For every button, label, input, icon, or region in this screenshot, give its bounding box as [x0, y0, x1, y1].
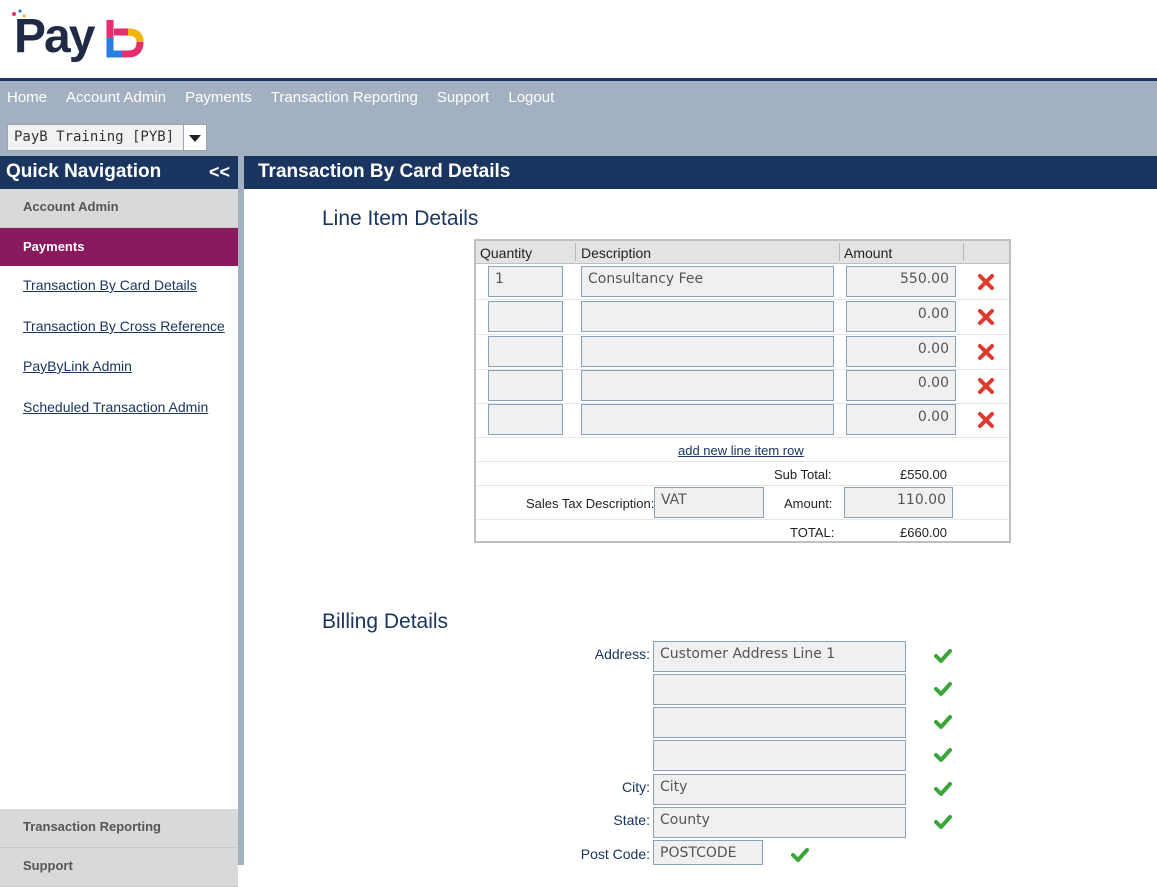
address-line-4-field[interactable] [653, 740, 906, 771]
nav-support[interactable]: Support [437, 89, 490, 106]
amount-field[interactable]: 0.00 [846, 336, 956, 367]
check-icon [934, 782, 952, 796]
check-icon [934, 815, 952, 829]
organisation-select[interactable]: PayB Training [PYB] [7, 124, 207, 151]
subtotal-label: Sub Total: [774, 467, 832, 482]
page-title: Transaction By Card Details [244, 156, 1157, 189]
city-field[interactable]: City [653, 774, 906, 805]
sidebar-link-paybylink-admin[interactable]: PayByLink Admin [23, 358, 132, 374]
quick-navigation-sidebar: Quick Navigation << Account Admin Paymen… [0, 156, 238, 887]
state-label: State: [613, 812, 650, 828]
nav-home[interactable]: Home [7, 89, 47, 106]
organisation-select-value: PayB Training [PYB] [14, 129, 175, 145]
top-navigation-bar: Home Account Admin Payments Transaction … [0, 78, 1157, 156]
payb-logo: Pay [12, 8, 152, 68]
sidebar-link-transaction-by-card-details[interactable]: Transaction By Card Details [23, 277, 197, 293]
column-header-quantity: Quantity [480, 245, 533, 261]
tax-amount-field[interactable]: 110.00 [844, 487, 953, 518]
line-items-header: Quantity Description Amount [476, 241, 1009, 264]
sales-tax-description-label: Sales Tax Description: [526, 496, 655, 511]
nav-transaction-reporting[interactable]: Transaction Reporting [271, 89, 418, 106]
sidebar-section-payments[interactable]: Payments [0, 228, 238, 266]
sales-tax-description-field[interactable]: VAT [654, 487, 764, 518]
sidebar-section-support[interactable]: Support [0, 848, 238, 887]
state-field[interactable]: County [653, 807, 906, 838]
postcode-label: Post Code: [580, 846, 650, 862]
chevron-down-icon[interactable] [183, 125, 206, 150]
check-icon [791, 848, 809, 862]
delete-row-icon[interactable] [977, 377, 995, 395]
nav-logout[interactable]: Logout [508, 89, 554, 106]
collapse-sidebar-button[interactable]: << [209, 156, 230, 188]
sidebar-link-scheduled-transaction-admin[interactable]: Scheduled Transaction Admin [23, 399, 208, 415]
postcode-field[interactable]: POSTCODE [653, 840, 763, 865]
description-field[interactable] [581, 301, 834, 332]
svg-text:Pay: Pay [14, 10, 96, 63]
column-header-amount: Amount [844, 245, 893, 261]
quantity-field[interactable] [488, 404, 563, 435]
address-line-1-field[interactable]: Customer Address Line 1 [653, 641, 906, 672]
subtotal-value: £550.00 [900, 467, 947, 482]
line-item-details-title: Line Item Details [322, 207, 479, 230]
billing-details-title: Billing Details [322, 610, 449, 633]
amount-field[interactable]: 0.00 [846, 404, 956, 435]
add-line-item-row-link[interactable]: add new line item row [678, 443, 804, 458]
total-value: £660.00 [900, 525, 947, 540]
delete-row-icon[interactable] [977, 308, 995, 326]
quick-navigation-title: Quick Navigation [6, 161, 162, 182]
quantity-field[interactable] [488, 301, 563, 332]
city-label: City: [622, 779, 650, 795]
description-field[interactable]: Consultancy Fee [581, 266, 834, 297]
line-items-table: Quantity Description Amount 1 Consultanc… [474, 239, 1011, 543]
quantity-field[interactable] [488, 370, 563, 401]
sidebar-divider [238, 156, 244, 865]
nav-payments[interactable]: Payments [185, 89, 252, 106]
check-icon [934, 715, 952, 729]
quantity-field[interactable] [488, 336, 563, 367]
sidebar-section-transaction-reporting[interactable]: Transaction Reporting [0, 809, 238, 848]
description-field[interactable] [581, 404, 834, 435]
amount-field[interactable]: 0.00 [846, 301, 956, 332]
nav-account-admin[interactable]: Account Admin [66, 89, 166, 106]
description-field[interactable] [581, 336, 834, 367]
address-label: Address: [594, 646, 650, 662]
check-icon [934, 748, 952, 762]
description-field[interactable] [581, 370, 834, 401]
delete-row-icon[interactable] [977, 343, 995, 361]
check-icon [934, 649, 952, 663]
quantity-field[interactable]: 1 [488, 266, 563, 297]
delete-row-icon[interactable] [977, 273, 995, 291]
sidebar-link-transaction-by-cross-reference[interactable]: Transaction By Cross Reference [23, 318, 225, 334]
tax-amount-label: Amount: [784, 496, 833, 511]
main-menu: Home Account Admin Payments Transaction … [0, 89, 566, 106]
address-line-3-field[interactable] [653, 707, 906, 738]
check-icon [934, 682, 952, 696]
column-header-description: Description [581, 245, 652, 261]
total-label: TOTAL: [790, 525, 835, 540]
delete-row-icon[interactable] [977, 411, 995, 429]
quick-navigation-header: Quick Navigation << [0, 156, 238, 189]
amount-field[interactable]: 550.00 [846, 266, 956, 297]
sidebar-section-account-admin[interactable]: Account Admin [0, 189, 238, 228]
amount-field[interactable]: 0.00 [846, 370, 956, 401]
address-line-2-field[interactable] [653, 674, 906, 705]
